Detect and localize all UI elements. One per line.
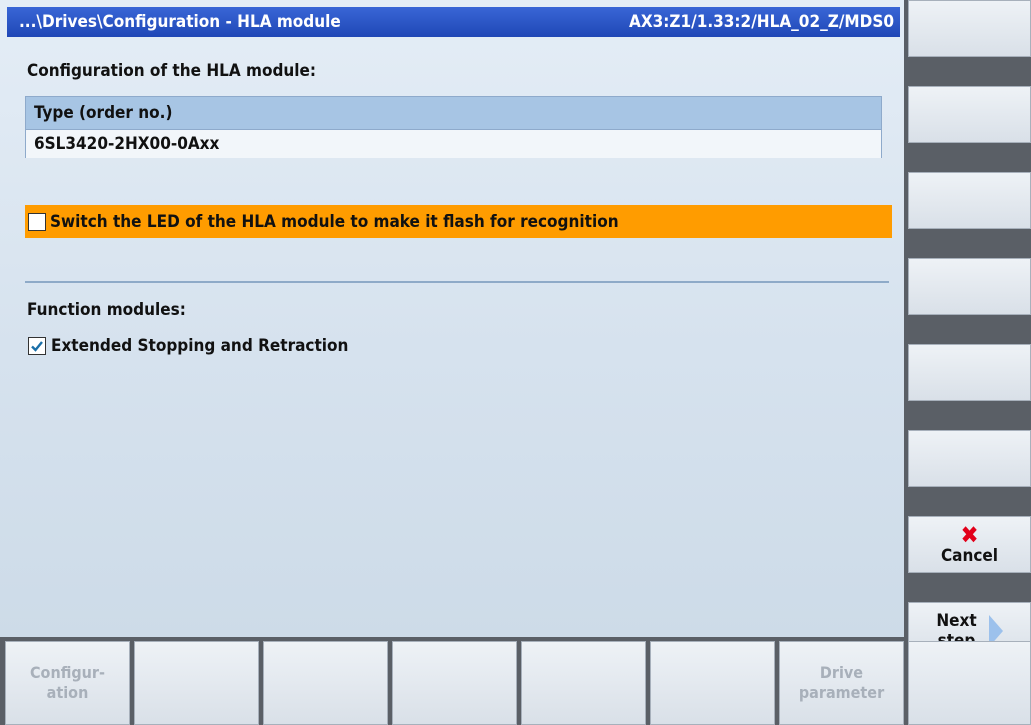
- led-flash-label: Switch the LED of the HLA module to make…: [50, 211, 619, 232]
- cancel-button[interactable]: ✖ Cancel: [908, 516, 1031, 573]
- configuration-line2: ation: [46, 683, 89, 702]
- led-flash-checkbox[interactable]: [28, 212, 46, 231]
- check-mark-icon: [31, 341, 43, 352]
- main-panel: ...\Drives\Configuration - HLA module AX…: [0, 0, 904, 637]
- hsoftkey-4[interactable]: [392, 641, 517, 725]
- drive-parameter-line1: Drive: [819, 663, 864, 682]
- cancel-label: Cancel: [940, 545, 999, 566]
- drive-parameter-line2: parameter: [798, 683, 885, 702]
- hsoftkey-3[interactable]: [263, 641, 388, 725]
- screen: ...\Drives\Configuration - HLA module AX…: [0, 0, 1031, 725]
- hsoftkey-5[interactable]: [521, 641, 646, 725]
- type-cell[interactable]: 6SL3420-2HX00-0Axx: [26, 130, 881, 158]
- drive-parameter-softkey[interactable]: Drive parameter: [779, 641, 904, 725]
- type-table: Type (order no.) 6SL3420-2HX00-0Axx: [25, 96, 882, 158]
- led-flash-option[interactable]: Switch the LED of the HLA module to make…: [25, 205, 892, 238]
- vsoftkey-4[interactable]: [908, 258, 1031, 315]
- hsoftkey-6[interactable]: [650, 641, 775, 725]
- vsoftkey-5[interactable]: [908, 344, 1031, 401]
- vsoftkey-1[interactable]: [908, 0, 1031, 57]
- red-x-icon: ✖: [960, 520, 979, 549]
- extended-stopping-option[interactable]: Extended Stopping and Retraction: [25, 336, 348, 356]
- configuration-line1: Configur-: [29, 663, 105, 682]
- type-column-header: Type (order no.): [26, 97, 881, 130]
- vsoftkey-2[interactable]: [908, 86, 1031, 143]
- extended-stopping-label: Extended Stopping and Retraction: [51, 336, 349, 356]
- hsoftkey-8[interactable]: [908, 641, 1031, 725]
- extended-stopping-checkbox[interactable]: [28, 337, 46, 355]
- title-bar: ...\Drives\Configuration - HLA module AX…: [7, 7, 900, 37]
- configuration-softkey[interactable]: Configur- ation: [5, 641, 130, 725]
- divider: [25, 281, 889, 283]
- title-path: ...\Drives\Configuration - HLA module: [19, 12, 341, 32]
- vsoftkey-3[interactable]: [908, 172, 1031, 229]
- hsoftkey-2[interactable]: [134, 641, 259, 725]
- config-heading: Configuration of the HLA module:: [27, 61, 317, 81]
- function-modules-heading: Function modules:: [27, 300, 186, 320]
- title-axis: AX3:Z1/1.33:2/HLA_02_Z/MDS0: [628, 12, 894, 32]
- next-label-line1: Next: [936, 610, 977, 631]
- vsoftkey-6[interactable]: [908, 430, 1031, 487]
